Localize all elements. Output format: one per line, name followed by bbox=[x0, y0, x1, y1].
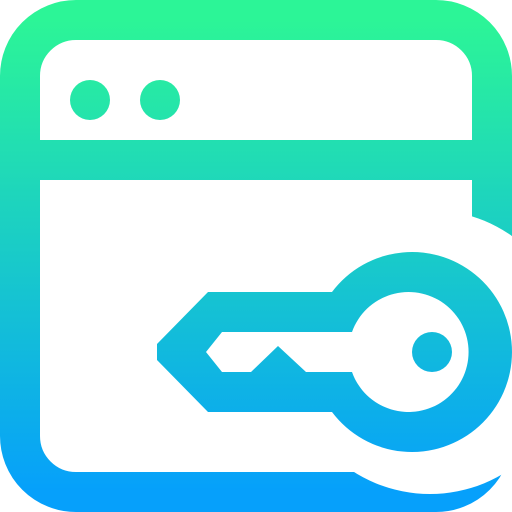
key-outline bbox=[157, 252, 512, 453]
key-hole bbox=[412, 332, 452, 372]
title-bar-divider bbox=[20, 140, 492, 180]
key-icon bbox=[157, 252, 512, 453]
icon-canvas bbox=[0, 0, 512, 512]
window-dot-icon bbox=[70, 80, 110, 120]
window-dot-icon bbox=[140, 80, 180, 120]
browser-key-icon bbox=[0, 0, 512, 512]
